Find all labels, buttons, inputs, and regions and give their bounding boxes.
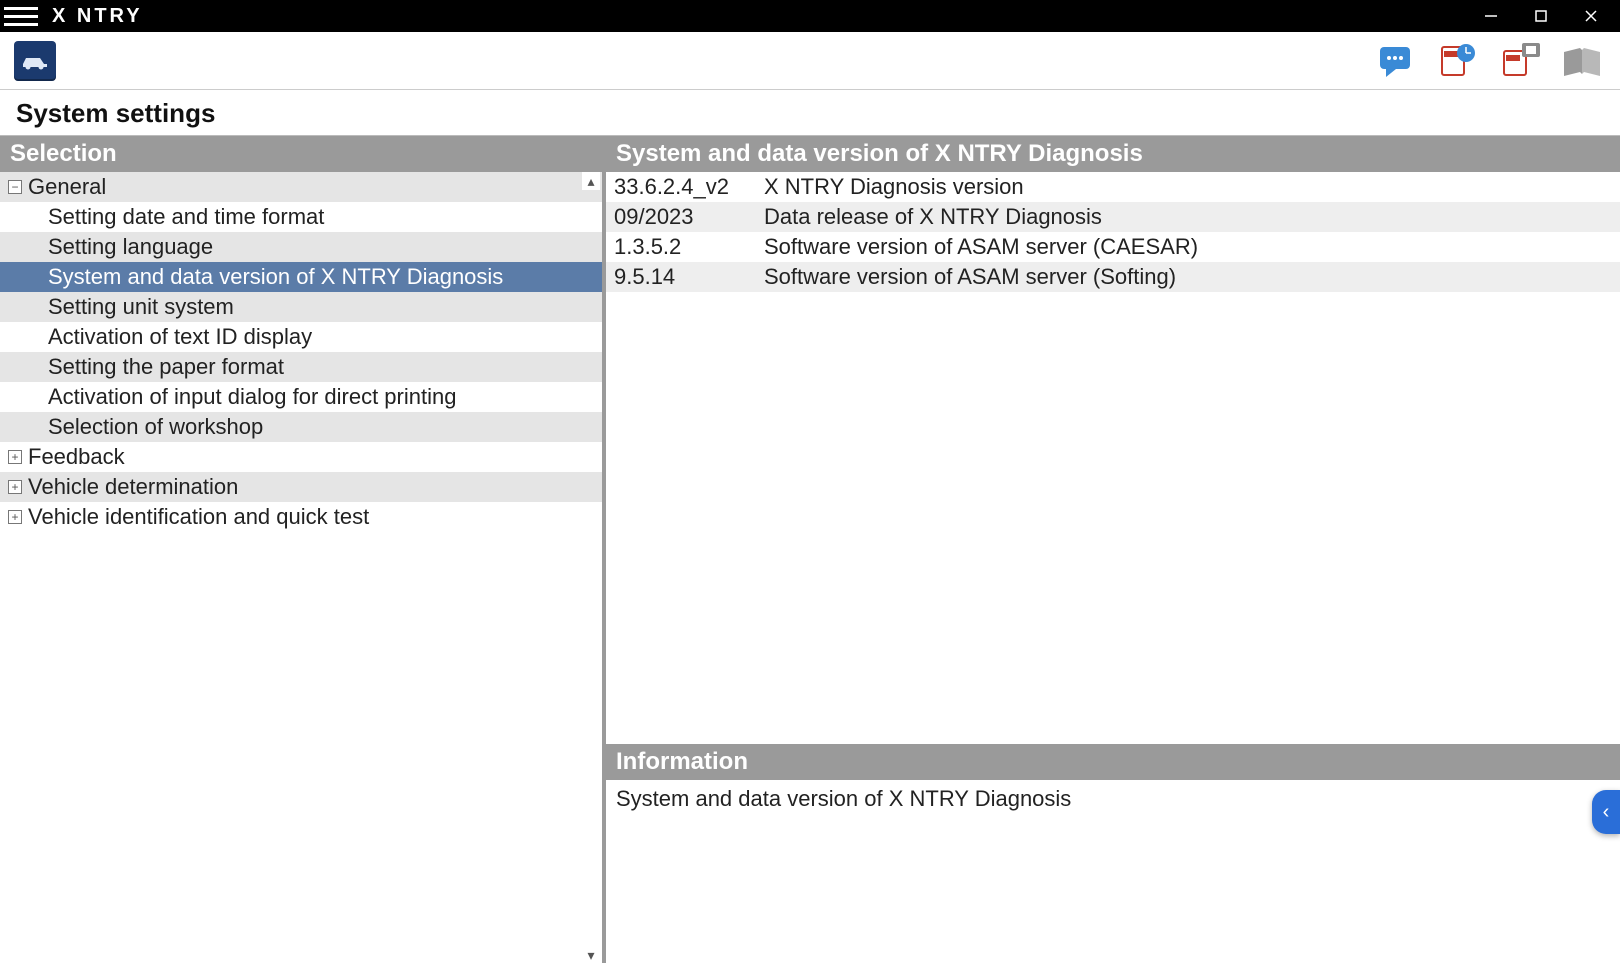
- tree-item-label: Setting date and time format: [48, 204, 324, 230]
- toolbar: [0, 32, 1620, 90]
- hamburger-menu-icon[interactable]: [4, 2, 38, 30]
- data-row: 1.3.5.2 Software version of ASAM server …: [606, 232, 1620, 262]
- vehicle-home-button[interactable]: [14, 41, 56, 81]
- scroll-down-icon[interactable]: ▾: [582, 946, 600, 963]
- data-value: 1.3.5.2: [614, 234, 764, 260]
- page-title: System settings: [0, 90, 1620, 135]
- tree-item[interactable]: Selection of workshop: [0, 412, 602, 442]
- selection-header: Selection: [0, 136, 602, 172]
- data-label: Software version of ASAM server (CAESAR): [764, 234, 1198, 260]
- window-minimize-button[interactable]: [1466, 0, 1516, 32]
- tree-item[interactable]: Setting unit system: [0, 292, 602, 322]
- tree-item[interactable]: Setting language: [0, 232, 602, 262]
- tree-group-vehicle-determination[interactable]: + Vehicle determination: [0, 472, 602, 502]
- tree-group-vehicle-identification[interactable]: + Vehicle identification and quick test: [0, 502, 602, 532]
- data-label: Data release of X NTRY Diagnosis: [764, 204, 1102, 230]
- data-label: Software version of ASAM server (Softing…: [764, 264, 1176, 290]
- collapse-icon[interactable]: −: [8, 180, 22, 194]
- tree-item[interactable]: Setting the paper format: [0, 352, 602, 382]
- window-close-button[interactable]: [1566, 0, 1616, 32]
- expand-icon[interactable]: +: [8, 450, 22, 464]
- content-area: Selection ▴ − General Setting date and t…: [0, 135, 1620, 963]
- tree-item-label: Setting language: [48, 234, 213, 260]
- pdf-scheduled-export-icon[interactable]: [1434, 39, 1482, 83]
- tree-group-label: General: [28, 174, 106, 200]
- data-value: 9.5.14: [614, 264, 764, 290]
- tree-item-label: Setting unit system: [48, 294, 234, 320]
- tree-group-label: Vehicle identification and quick test: [28, 504, 369, 530]
- tree-item-label: System and data version of X NTRY Diagno…: [48, 264, 503, 290]
- information-text: System and data version of X NTRY Diagno…: [606, 780, 1620, 818]
- book-manual-icon[interactable]: [1558, 39, 1606, 83]
- tree-item-selected[interactable]: System and data version of X NTRY Diagno…: [0, 262, 602, 292]
- data-value: 33.6.2.4_v2: [614, 174, 764, 200]
- detail-header: System and data version of X NTRY Diagno…: [606, 136, 1620, 172]
- data-row: 09/2023 Data release of X NTRY Diagnosis: [606, 202, 1620, 232]
- information-header: Information: [606, 744, 1620, 780]
- window-maximize-button[interactable]: [1516, 0, 1566, 32]
- chat-support-icon[interactable]: [1372, 39, 1420, 83]
- tree-item-label: Activation of text ID display: [48, 324, 312, 350]
- selection-panel: Selection ▴ − General Setting date and t…: [0, 136, 606, 963]
- data-row: 9.5.14 Software version of ASAM server (…: [606, 262, 1620, 292]
- chevron-left-icon: ‹: [1603, 801, 1610, 824]
- tree-group-label: Feedback: [28, 444, 125, 470]
- pdf-print-icon[interactable]: [1496, 39, 1544, 83]
- tree-item[interactable]: Activation of input dialog for direct pr…: [0, 382, 602, 412]
- app-title: X NTRY: [52, 5, 143, 28]
- tree-item[interactable]: Setting date and time format: [0, 202, 602, 232]
- tree-item[interactable]: Activation of text ID display: [0, 322, 602, 352]
- tree-item-label: Selection of workshop: [48, 414, 263, 440]
- scroll-up-icon[interactable]: ▴: [582, 172, 600, 190]
- tree-group-feedback[interactable]: + Feedback: [0, 442, 602, 472]
- tree-group-general[interactable]: − General: [0, 172, 602, 202]
- expand-icon[interactable]: +: [8, 510, 22, 524]
- expand-icon[interactable]: +: [8, 480, 22, 494]
- side-drawer-handle[interactable]: ‹: [1592, 790, 1620, 834]
- information-panel: Information System and data version of X…: [606, 744, 1620, 963]
- detail-data: 33.6.2.4_v2 X NTRY Diagnosis version 09/…: [606, 172, 1620, 744]
- tree-item-label: Setting the paper format: [48, 354, 284, 380]
- data-value: 09/2023: [614, 204, 764, 230]
- detail-panel: System and data version of X NTRY Diagno…: [606, 136, 1620, 963]
- tree-group-label: Vehicle determination: [28, 474, 238, 500]
- tree-item-label: Activation of input dialog for direct pr…: [48, 384, 456, 410]
- selection-tree: ▴ − General Setting date and time format…: [0, 172, 602, 963]
- data-label: X NTRY Diagnosis version: [764, 174, 1024, 200]
- titlebar: X NTRY: [0, 0, 1620, 32]
- data-row: 33.6.2.4_v2 X NTRY Diagnosis version: [606, 172, 1620, 202]
